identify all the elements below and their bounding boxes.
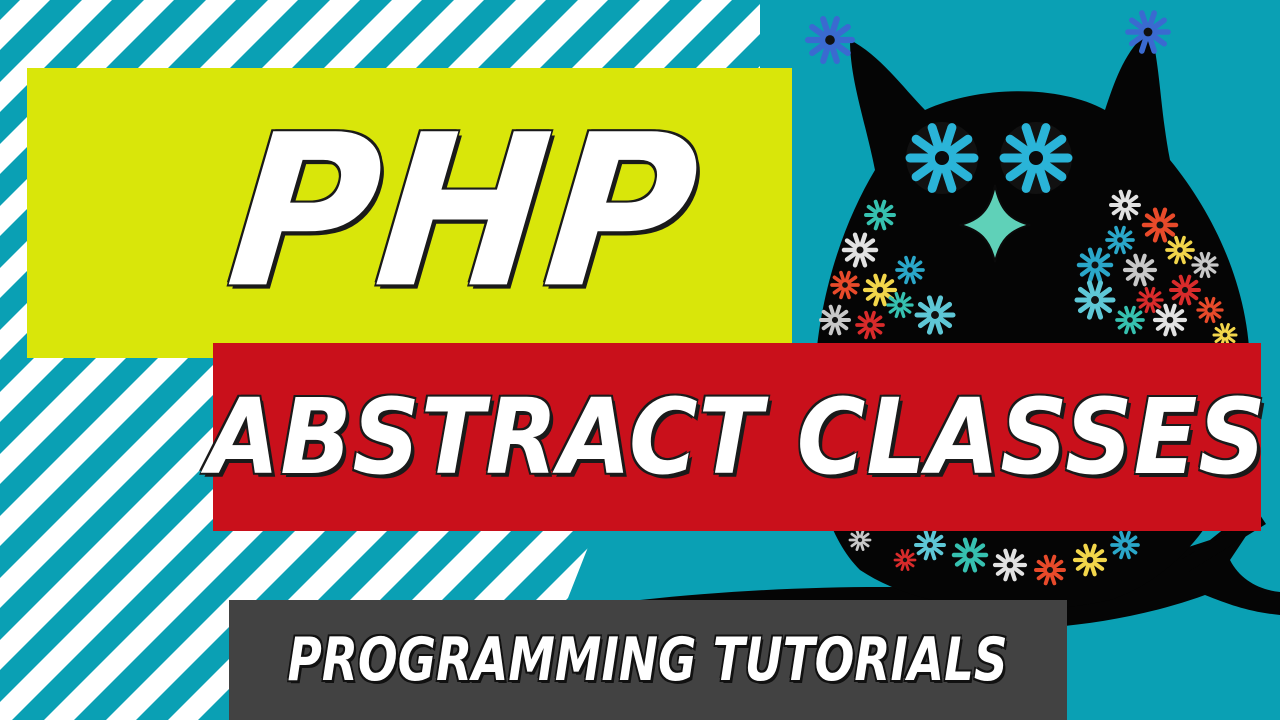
title-php: PHP [219,90,709,335]
flower-icon [804,15,856,65]
thumbnail: PHP ABSTRACT CLASSES PROGRAMMING TUTORIA… [0,0,1280,720]
abstract-classes-panel: ABSTRACT CLASSES [207,343,1266,531]
php-title-panel: PHP [27,68,792,358]
title-abstract-classes: ABSTRACT CLASSES [207,376,1267,498]
subtitle-programming-tutorials: PROGRAMMING TUTORIALS [287,625,1009,695]
subtitle-panel: PROGRAMMING TUTORIALS [229,600,1067,720]
